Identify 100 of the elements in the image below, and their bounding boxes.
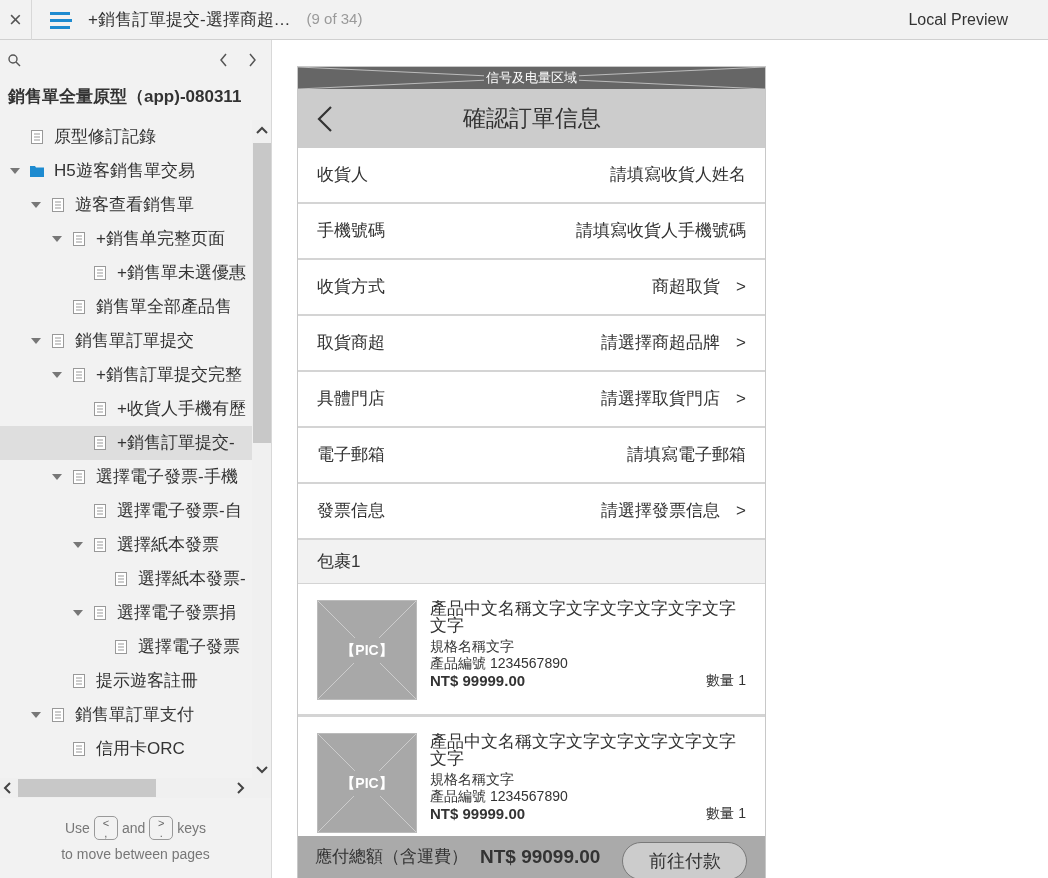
scroll-up-icon[interactable] (256, 126, 268, 134)
tree-item[interactable]: 銷售單全部產品售 (0, 290, 252, 324)
tree-item[interactable]: 信用卡ORC (0, 732, 252, 766)
tree-item-label: 選擇電子發票 (138, 636, 240, 659)
page-count: (9 of 34) (306, 9, 363, 30)
product-price: NT$ 99999.00 (430, 805, 526, 822)
project-title: 銷售單全量原型（app)-080311 (7, 86, 243, 108)
tree-item[interactable]: +銷售訂單提交- (0, 426, 252, 460)
field-label: 手機號碼 (317, 220, 385, 243)
field-value: 請填寫收貨人手機號碼 (576, 220, 746, 243)
page-icon (72, 674, 86, 688)
scroll-right-icon[interactable] (237, 782, 245, 794)
tree-item-label: 選擇電子發票-自 (117, 500, 242, 523)
tree-item-label: 選擇紙本發票 (117, 534, 219, 557)
page-icon (93, 538, 107, 552)
field-label: 發票信息 (317, 500, 385, 523)
tree-item-label: +收貨人手機有歷 (117, 398, 246, 421)
tree-item[interactable]: +銷售單未選優惠 (0, 256, 252, 290)
tree-item-label: 銷售單全部產品售 (96, 296, 232, 319)
menu-icon[interactable] (50, 10, 72, 29)
tree-item-label: 選擇電子發票-手機 (96, 466, 238, 489)
product-price: NT$ 99999.00 (430, 672, 526, 689)
tree-item-label: +銷售单完整页面 (96, 228, 225, 251)
total-label: 應付總額（含運費） (315, 846, 468, 869)
tree-item[interactable]: +銷售单完整页面 (0, 222, 252, 256)
close-button[interactable]: × (0, 0, 32, 40)
tree-item-label: +銷售單未選優惠 (117, 262, 246, 285)
tree-item-label: 信用卡ORC (96, 738, 185, 761)
page-icon (93, 266, 107, 280)
page-icon (93, 436, 107, 450)
field-value: 請選擇發票信息 (601, 500, 721, 523)
screen-title: 確認訂單信息 (462, 104, 601, 134)
field-label: 收貨方式 (317, 276, 385, 299)
page-icon (51, 708, 65, 722)
product-code: 產品編號 1234567890 (430, 788, 569, 805)
tree-item[interactable]: +收貨人手機有歷 (0, 392, 252, 426)
page-icon (30, 130, 44, 144)
tree-item-label: +銷售訂單提交完整 (96, 364, 242, 387)
chevron-icon: > (736, 274, 746, 300)
page-icon (114, 640, 128, 654)
key-cap: > . (149, 816, 174, 840)
page-icon (93, 606, 107, 620)
tree-item[interactable]: H5遊客銷售單交易 (0, 154, 252, 188)
page-icon (72, 742, 86, 756)
tree-item[interactable]: 遊客查看銷售單 (0, 188, 252, 222)
page-icon (72, 232, 86, 246)
key-cap: < , (93, 816, 118, 840)
tree-item[interactable]: 選擇電子發票捐 (0, 596, 252, 630)
hint-text: to move between pages (61, 846, 210, 862)
product-code: 產品編號 1234567890 (430, 655, 569, 672)
page-icon (93, 504, 107, 518)
back-icon[interactable] (316, 105, 334, 133)
tree-item[interactable]: 銷售單訂單提交 (0, 324, 252, 358)
field-value: 請選擇商超品牌 (601, 332, 721, 355)
tree-item-label: 原型修訂記錄 (54, 126, 156, 149)
status-area-label: 信号及电量区域 (484, 70, 579, 86)
product-name: 產品中文名稱文字文字文字文字文字文字文字 (430, 733, 737, 767)
form-row[interactable]: 收貨方式 商超取貨 > (298, 260, 765, 316)
field-value: 商超取貨 (652, 276, 721, 299)
field-label: 取貨商超 (317, 332, 385, 355)
form-row[interactable]: 手機號碼 請填寫收貨人手機號碼 (298, 204, 765, 260)
form-row[interactable]: 取貨商超 請選擇商超品牌 > (298, 316, 765, 372)
field-label: 具體門店 (317, 388, 385, 411)
scroll-down-icon[interactable] (256, 766, 268, 774)
product-name: 產品中文名稱文字文字文字文字文字文字文字 (430, 600, 737, 634)
scroll-left-icon[interactable] (3, 782, 11, 794)
product-spec: 規格名稱文字 (430, 638, 515, 655)
page-icon (93, 402, 107, 416)
tree-item[interactable]: 選擇電子發票-手機 (0, 460, 252, 494)
package-title: 包裹1 (317, 550, 361, 573)
tree-item[interactable]: 原型修訂記錄 (0, 120, 252, 154)
page-icon (114, 572, 128, 586)
tree-item-label: 銷售單訂單提交 (75, 330, 194, 353)
page-icon (51, 334, 65, 348)
form-row[interactable]: 具體門店 請選擇取貨門店 > (298, 372, 765, 428)
chevron-icon: > (736, 386, 746, 412)
search-icon[interactable] (8, 53, 21, 67)
pay-button[interactable]: 前往付款 (622, 842, 747, 878)
page-icon (72, 300, 86, 314)
page-icon (51, 198, 65, 212)
tree-item[interactable]: +銷售訂單提交完整 (0, 358, 252, 392)
form-row[interactable]: 電子郵箱 請填寫電子郵箱 (298, 428, 765, 484)
previous-icon[interactable] (219, 53, 228, 67)
field-value: 請填寫電子郵箱 (627, 444, 746, 467)
tree-item-label: H5遊客銷售單交易 (54, 160, 195, 183)
tree-item[interactable]: 銷售單訂單支付 (0, 698, 252, 732)
product-quantity: 數量 1 (706, 672, 746, 689)
chevron-icon: > (736, 498, 746, 524)
tree-item[interactable]: 選擇電子發票 (0, 630, 252, 664)
hint-text: keys (177, 818, 207, 838)
tree-item[interactable]: 選擇電子發票-自 (0, 494, 252, 528)
field-label: 收貨人 (317, 164, 368, 187)
total-amount: NT$ 99099.00 (480, 844, 601, 869)
tree-item[interactable]: 提示遊客註冊 (0, 664, 252, 698)
tree-item[interactable]: 選擇紙本發票 (0, 528, 252, 562)
tree-item[interactable]: 選擇紙本發票- (0, 562, 252, 596)
preview-mode-label: Local Preview (908, 9, 1008, 30)
next-icon[interactable] (248, 53, 257, 67)
form-row[interactable]: 收貨人 請填寫收貨人姓名 (298, 148, 765, 204)
hint-text: Use (64, 818, 90, 838)
